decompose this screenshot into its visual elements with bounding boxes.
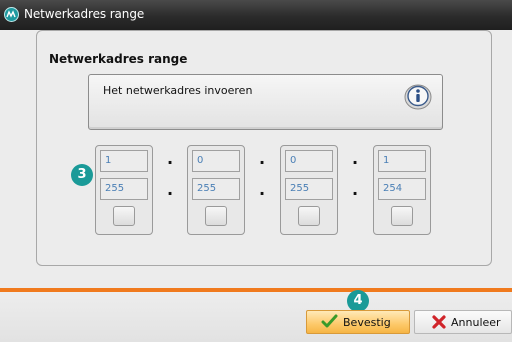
cancel-button-label: Annuleer	[451, 316, 501, 329]
octet-4-button[interactable]	[391, 206, 413, 226]
octet-1-start-field[interactable]: 1	[100, 150, 148, 172]
octet-3-start-field[interactable]: 0	[285, 150, 333, 172]
octet-2-end-field[interactable]: 255	[192, 178, 240, 200]
octet-separator: .	[259, 180, 266, 199]
checkmark-icon	[321, 314, 339, 333]
octet-3-button[interactable]	[298, 206, 320, 226]
octet-4: 1 254	[373, 145, 431, 235]
info-panel: Het netwerkadres invoeren	[88, 74, 443, 130]
callout-badge-3: 3	[71, 164, 93, 186]
octet-separator: .	[259, 149, 266, 168]
octet-separator: .	[167, 180, 174, 199]
octet-separator: .	[167, 149, 174, 168]
octet-4-end-field[interactable]: 254	[378, 178, 426, 200]
octet-1: 1 255	[95, 145, 153, 235]
confirm-button-label: Bevestig	[343, 316, 391, 329]
group-title: Netwerkadres range	[46, 52, 191, 66]
octet-1-button[interactable]	[113, 206, 135, 226]
info-text: Het netwerkadres invoeren	[103, 84, 253, 97]
dialog-window: Netwerkadres range Netwerkadres range He…	[0, 0, 512, 342]
window-title: Netwerkadres range	[24, 7, 145, 21]
octet-3: 0 255	[280, 145, 338, 235]
info-icon	[404, 82, 432, 110]
octet-2: 0 255	[187, 145, 245, 235]
confirm-button[interactable]: Bevestig	[306, 310, 410, 334]
cancel-button[interactable]: Annuleer	[414, 310, 512, 334]
octet-2-start-field[interactable]: 0	[192, 150, 240, 172]
octet-2-button[interactable]	[205, 206, 227, 226]
title-bar[interactable]: Netwerkadres range	[0, 0, 512, 30]
octet-1-end-field[interactable]: 255	[100, 178, 148, 200]
close-icon	[431, 314, 447, 333]
app-logo-icon	[4, 7, 19, 22]
octet-separator: .	[352, 180, 359, 199]
octet-separator: .	[352, 149, 359, 168]
callout-badge-4: 4	[347, 290, 369, 312]
octet-4-start-field[interactable]: 1	[378, 150, 426, 172]
octet-3-end-field[interactable]: 255	[285, 178, 333, 200]
